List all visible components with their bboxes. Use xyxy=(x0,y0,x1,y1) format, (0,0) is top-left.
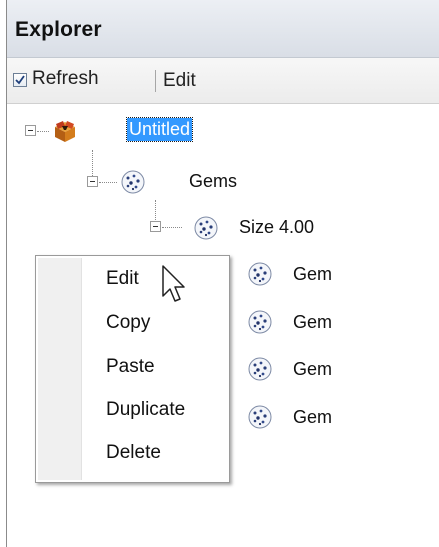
context-menu-copy[interactable]: Copy xyxy=(106,312,150,334)
window-title: Explorer xyxy=(15,18,102,41)
tree-connector xyxy=(37,131,49,132)
collapse-icon[interactable] xyxy=(87,176,98,187)
refresh-button[interactable]: Refresh xyxy=(32,68,99,90)
refresh-checkbox[interactable] xyxy=(13,73,27,87)
collapse-icon[interactable] xyxy=(25,125,36,136)
tree-node-gem[interactable]: Gem xyxy=(293,312,332,333)
tree-node-gem[interactable]: Gem xyxy=(293,264,332,285)
gem-icon xyxy=(193,215,219,241)
gem-icon xyxy=(120,169,146,195)
gem-icon xyxy=(247,309,273,335)
context-menu-paste[interactable]: Paste xyxy=(106,356,155,378)
context-menu-gutter xyxy=(38,258,82,480)
tree-node-untitled[interactable]: Untitled xyxy=(125,117,194,142)
context-menu: Edit Copy Paste Duplicate Delete xyxy=(35,255,230,483)
explorer-title-bar: Explorer xyxy=(7,0,439,58)
edit-button[interactable]: Edit xyxy=(163,70,196,92)
tree-connector xyxy=(99,182,117,183)
gem-icon xyxy=(247,261,273,287)
tree-node-size[interactable]: Size 4.00 xyxy=(239,217,314,238)
box-icon xyxy=(52,118,78,144)
tree-connector xyxy=(162,227,182,228)
context-menu-edit[interactable]: Edit xyxy=(106,268,139,290)
gem-icon xyxy=(247,404,273,430)
gem-icon xyxy=(247,356,273,382)
tree-node-gem[interactable]: Gem xyxy=(293,359,332,380)
tree-node-gem[interactable]: Gem xyxy=(293,407,332,428)
context-menu-duplicate[interactable]: Duplicate xyxy=(106,399,185,421)
collapse-icon[interactable] xyxy=(150,221,161,232)
explorer-toolbar: Refresh Edit xyxy=(7,58,439,104)
context-menu-delete[interactable]: Delete xyxy=(106,442,161,464)
tree-node-gems[interactable]: Gems xyxy=(189,171,237,192)
checkmark-icon xyxy=(15,75,25,85)
mouse-pointer-icon xyxy=(162,265,185,302)
toolbar-separator xyxy=(155,70,156,92)
